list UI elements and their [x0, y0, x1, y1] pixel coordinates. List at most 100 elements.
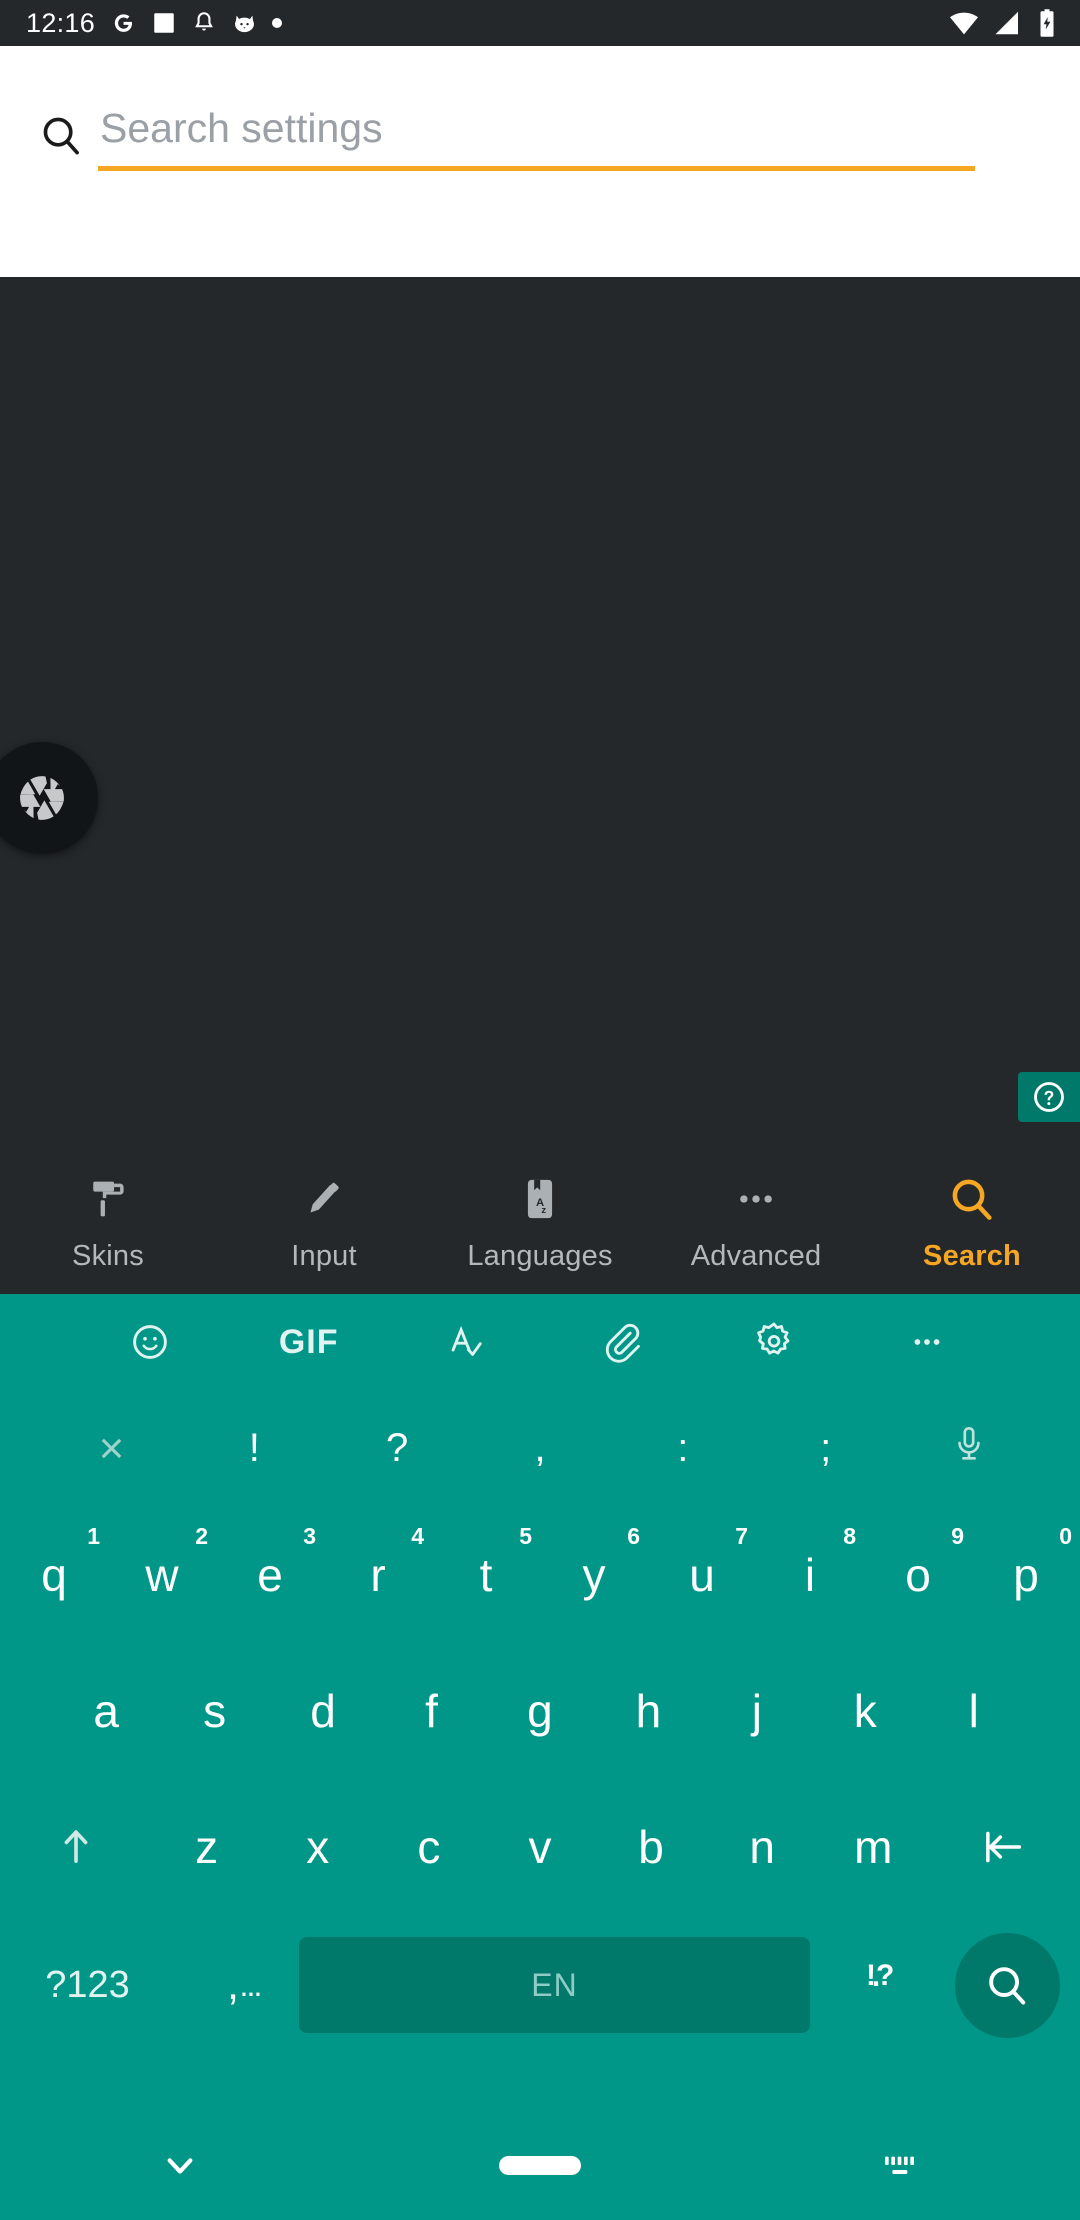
key-n[interactable]: n: [707, 1779, 818, 1915]
wifi-icon: [948, 7, 980, 39]
key-label: q: [41, 1549, 67, 1601]
bell-icon: [191, 10, 217, 36]
sidebar-item-input[interactable]: Input: [216, 1168, 432, 1273]
sidebar-item-search[interactable]: Search: [864, 1168, 1080, 1273]
key-l[interactable]: l: [920, 1643, 1028, 1779]
emoji-icon[interactable]: [128, 1320, 172, 1364]
key-b[interactable]: b: [596, 1779, 707, 1915]
key-comma[interactable]: … ,: [175, 1960, 291, 2010]
key-j[interactable]: j: [703, 1643, 811, 1779]
key-r[interactable]: 4r: [324, 1507, 432, 1643]
shift-arrow-up-icon[interactable]: [0, 1779, 151, 1915]
key-y[interactable]: 6y: [540, 1507, 648, 1643]
status-bar-left: 12:16: [26, 7, 283, 39]
home-pill-icon[interactable]: [360, 2155, 720, 2175]
key-d[interactable]: d: [269, 1643, 377, 1779]
backspace-icon[interactable]: [929, 1779, 1080, 1915]
sidebar-item-advanced[interactable]: Advanced: [648, 1168, 864, 1273]
search-input[interactable]: [98, 104, 975, 167]
search-header: [0, 46, 1080, 277]
battery-charging-icon: [1036, 8, 1058, 38]
sidebar-item-label: Search: [923, 1240, 1021, 1272]
status-bar-clock: 12:16: [26, 7, 96, 38]
key-e[interactable]: 3e: [216, 1507, 324, 1643]
microphone-icon[interactable]: [897, 1423, 1040, 1475]
keyboard-row-2: a s d f g h j k l: [0, 1643, 1080, 1779]
google-icon: [109, 9, 137, 37]
key-label: p: [1013, 1549, 1039, 1601]
gif-icon[interactable]: GIF: [279, 1323, 339, 1362]
help-circle-icon[interactable]: [1018, 1072, 1080, 1122]
key-hint: …: [239, 1976, 263, 2001]
paperclip-icon[interactable]: [598, 1319, 644, 1365]
more-horizontal-icon: [730, 1168, 782, 1230]
key-m[interactable]: m: [818, 1779, 929, 1915]
key-a[interactable]: a: [52, 1643, 160, 1779]
key-hint: 3: [303, 1523, 316, 1549]
symbols-key[interactable]: ?123: [0, 1964, 175, 2007]
bottom-navigation: Skins Input A z Languages Advanced Searc…: [0, 1154, 1080, 1294]
keyboard-keys: 1q 2w 3e 4r 5t 6y 7u 8i 9o 0p a s d f g …: [0, 1507, 1080, 2055]
key-label: o: [905, 1549, 931, 1601]
sidebar-item-label: Input: [291, 1240, 357, 1272]
keyboard-row-3: z x c v b n m: [0, 1779, 1080, 1915]
sidebar-item-skins[interactable]: Skins: [0, 1168, 216, 1273]
keyboard-row-1: 1q 2w 3e 4r 5t 6y 7u 8i 9o 0p: [0, 1507, 1080, 1643]
image-icon: [151, 10, 177, 36]
key-k[interactable]: k: [811, 1643, 919, 1779]
status-bar: 12:16: [0, 0, 1080, 46]
key-p[interactable]: 0p: [972, 1507, 1080, 1643]
status-bar-right: [948, 7, 1058, 39]
key-w[interactable]: 2w: [108, 1507, 216, 1643]
chevron-down-icon[interactable]: [0, 2142, 360, 2188]
signal-icon: [993, 8, 1023, 38]
key-label: t: [479, 1549, 493, 1601]
aperture-icon[interactable]: [0, 742, 98, 854]
key-hint: 7: [735, 1523, 748, 1549]
search-enter-key[interactable]: [954, 1932, 1060, 2038]
search-bar[interactable]: [0, 104, 1080, 172]
key-v[interactable]: v: [484, 1779, 595, 1915]
key-label: r: [370, 1549, 386, 1601]
gear-icon[interactable]: [751, 1319, 797, 1365]
search-field[interactable]: [98, 104, 975, 172]
dot-icon: [272, 18, 283, 28]
key-t[interactable]: 5t: [432, 1507, 540, 1643]
key-z[interactable]: z: [151, 1779, 262, 1915]
keyboard-switch-icon[interactable]: [720, 2145, 1080, 2185]
suggestion-item[interactable]: :: [611, 1426, 754, 1471]
key-i[interactable]: 8i: [756, 1507, 864, 1643]
sidebar-item-label: Advanced: [690, 1240, 822, 1272]
sidebar-item-languages[interactable]: A z Languages: [432, 1168, 648, 1273]
key-hint: 5: [519, 1523, 532, 1549]
suggestion-item[interactable]: !: [183, 1426, 326, 1471]
search-icon[interactable]: [38, 104, 98, 163]
suggestion-item[interactable]: ?: [326, 1426, 469, 1471]
space-key[interactable]: EN: [299, 1937, 810, 2033]
key-g[interactable]: g: [486, 1643, 594, 1779]
key-label: ,: [226, 1960, 240, 2009]
pencil-icon: [299, 1168, 349, 1230]
key-s[interactable]: s: [160, 1643, 268, 1779]
key-hint: 0: [1059, 1523, 1072, 1549]
spellcheck-icon[interactable]: [445, 1319, 491, 1365]
key-period[interactable]: !? .: [818, 1947, 934, 2023]
key-f[interactable]: f: [377, 1643, 485, 1779]
suggestion-item[interactable]: ,: [469, 1426, 612, 1471]
suggestion-item[interactable]: ;: [754, 1426, 897, 1471]
settings-content-area: Skins Input A z Languages Advanced Searc…: [0, 277, 1080, 1294]
more-horizontal-icon[interactable]: [904, 1319, 950, 1365]
key-q[interactable]: 1q: [0, 1507, 108, 1643]
suggestion-close[interactable]: ×: [40, 1424, 183, 1474]
key-u[interactable]: 7u: [648, 1507, 756, 1643]
search-underline: [98, 166, 975, 172]
keyboard-suggestion-strip: × ! ? , : ;: [0, 1390, 1080, 1507]
key-hint: 8: [843, 1523, 856, 1549]
key-x[interactable]: x: [262, 1779, 373, 1915]
key-c[interactable]: c: [373, 1779, 484, 1915]
keyboard: GIF × ! ? , : ; 1q 2w 3e 4r 5t 6 y 7 u 8…: [0, 1294, 1080, 2220]
sidebar-item-label: Languages: [467, 1240, 613, 1272]
key-label: y: [582, 1549, 606, 1601]
key-h[interactable]: h: [594, 1643, 702, 1779]
key-o[interactable]: 9o: [864, 1507, 972, 1643]
